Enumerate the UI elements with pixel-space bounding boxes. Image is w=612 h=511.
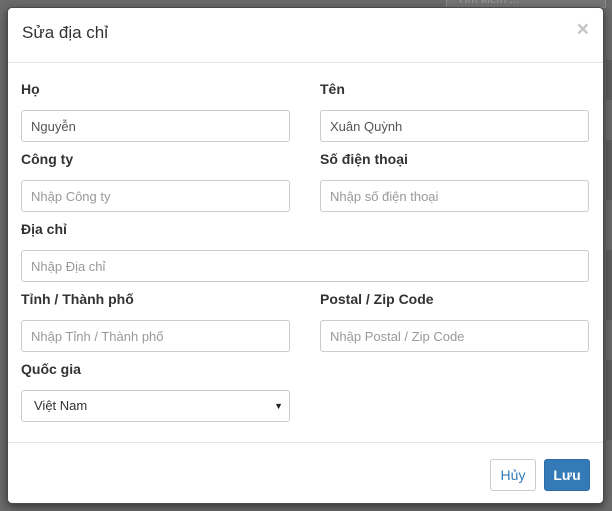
city-label: Tỉnh / Thành phố	[21, 291, 134, 307]
city-input[interactable]	[21, 320, 290, 352]
caret-down-icon: ▼	[274, 401, 283, 411]
last-name-input[interactable]	[21, 110, 290, 142]
company-group: Công ty	[21, 149, 290, 212]
save-button[interactable]: Lưu	[544, 459, 590, 491]
last-name-label: Họ	[21, 81, 40, 97]
background-panel-edge	[606, 360, 612, 440]
phone-input[interactable]	[320, 180, 589, 212]
modal-title: Sửa địa chỉ	[22, 23, 109, 42]
phone-label: Số điện thoại	[320, 151, 408, 167]
first-name-label: Tên	[320, 81, 345, 97]
modal-body: Họ Tên Công ty Số điện thoại Địa chỉ Tỉn…	[8, 63, 603, 443]
postal-group: Postal / Zip Code	[320, 289, 589, 352]
cancel-button[interactable]: Hủy	[490, 459, 536, 491]
country-group: Quốc gia Việt Nam ▼	[21, 359, 290, 422]
company-label: Công ty	[21, 151, 74, 167]
close-icon[interactable]: ×	[577, 19, 589, 40]
first-name-group: Tên	[320, 79, 589, 142]
background-panel-edge	[606, 140, 612, 200]
postal-input[interactable]	[320, 320, 589, 352]
modal-header: Sửa địa chỉ ×	[8, 8, 603, 63]
background-panel-edge	[606, 60, 612, 100]
country-select[interactable]: Việt Nam ▼	[21, 390, 290, 422]
address-input[interactable]	[21, 250, 589, 282]
country-label: Quốc gia	[21, 361, 81, 377]
postal-label: Postal / Zip Code	[320, 291, 434, 307]
first-name-input[interactable]	[320, 110, 589, 142]
modal-footer: Hủy Lưu	[8, 442, 603, 503]
phone-group: Số điện thoại	[320, 149, 589, 212]
country-selected-value: Việt Nam	[34, 398, 88, 413]
address-label: Địa chỉ	[21, 221, 67, 237]
company-input[interactable]	[21, 180, 290, 212]
last-name-group: Họ	[21, 79, 290, 142]
background-panel-edge	[606, 250, 612, 320]
city-group: Tỉnh / Thành phố	[21, 289, 290, 352]
address-group: Địa chỉ	[21, 219, 589, 282]
edit-address-modal: Sửa địa chỉ × Họ Tên Công ty Số điện tho…	[7, 7, 604, 504]
